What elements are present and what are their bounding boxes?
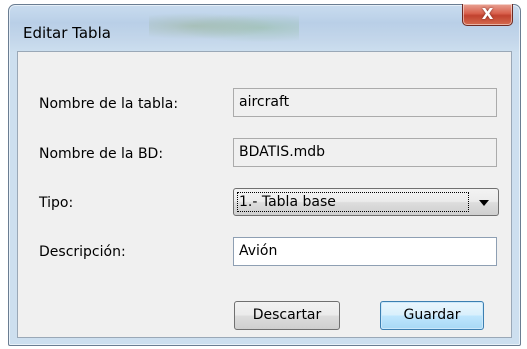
dialog-window: Editar Tabla X Nombre de la tabla: aircr…: [8, 4, 521, 346]
description-label: Descripción:: [39, 244, 126, 260]
type-label: Tipo:: [39, 195, 74, 211]
type-selected-value: 1.- Tabla base: [239, 194, 336, 210]
discard-button[interactable]: Descartar: [234, 301, 340, 330]
title-bar[interactable]: Editar Tabla X: [9, 4, 520, 51]
table-name-label: Nombre de la tabla:: [39, 96, 179, 112]
type-dropdown[interactable]: 1.- Tabla base: [233, 188, 499, 216]
close-button[interactable]: X: [462, 4, 513, 26]
db-name-field: BDATIS.mdb: [233, 138, 497, 167]
description-input[interactable]: Avión: [233, 237, 497, 266]
close-icon: X: [481, 5, 494, 23]
title-bar-blur-decoration: [149, 9, 299, 43]
window-title: Editar Tabla: [23, 24, 111, 42]
table-name-field: aircraft: [233, 88, 497, 117]
db-name-label: Nombre de la BD:: [39, 146, 164, 162]
dialog-body: Nombre de la tabla: aircraft Nombre de l…: [17, 51, 512, 338]
save-button[interactable]: Guardar: [380, 301, 484, 330]
chevron-down-icon[interactable]: [479, 200, 489, 206]
